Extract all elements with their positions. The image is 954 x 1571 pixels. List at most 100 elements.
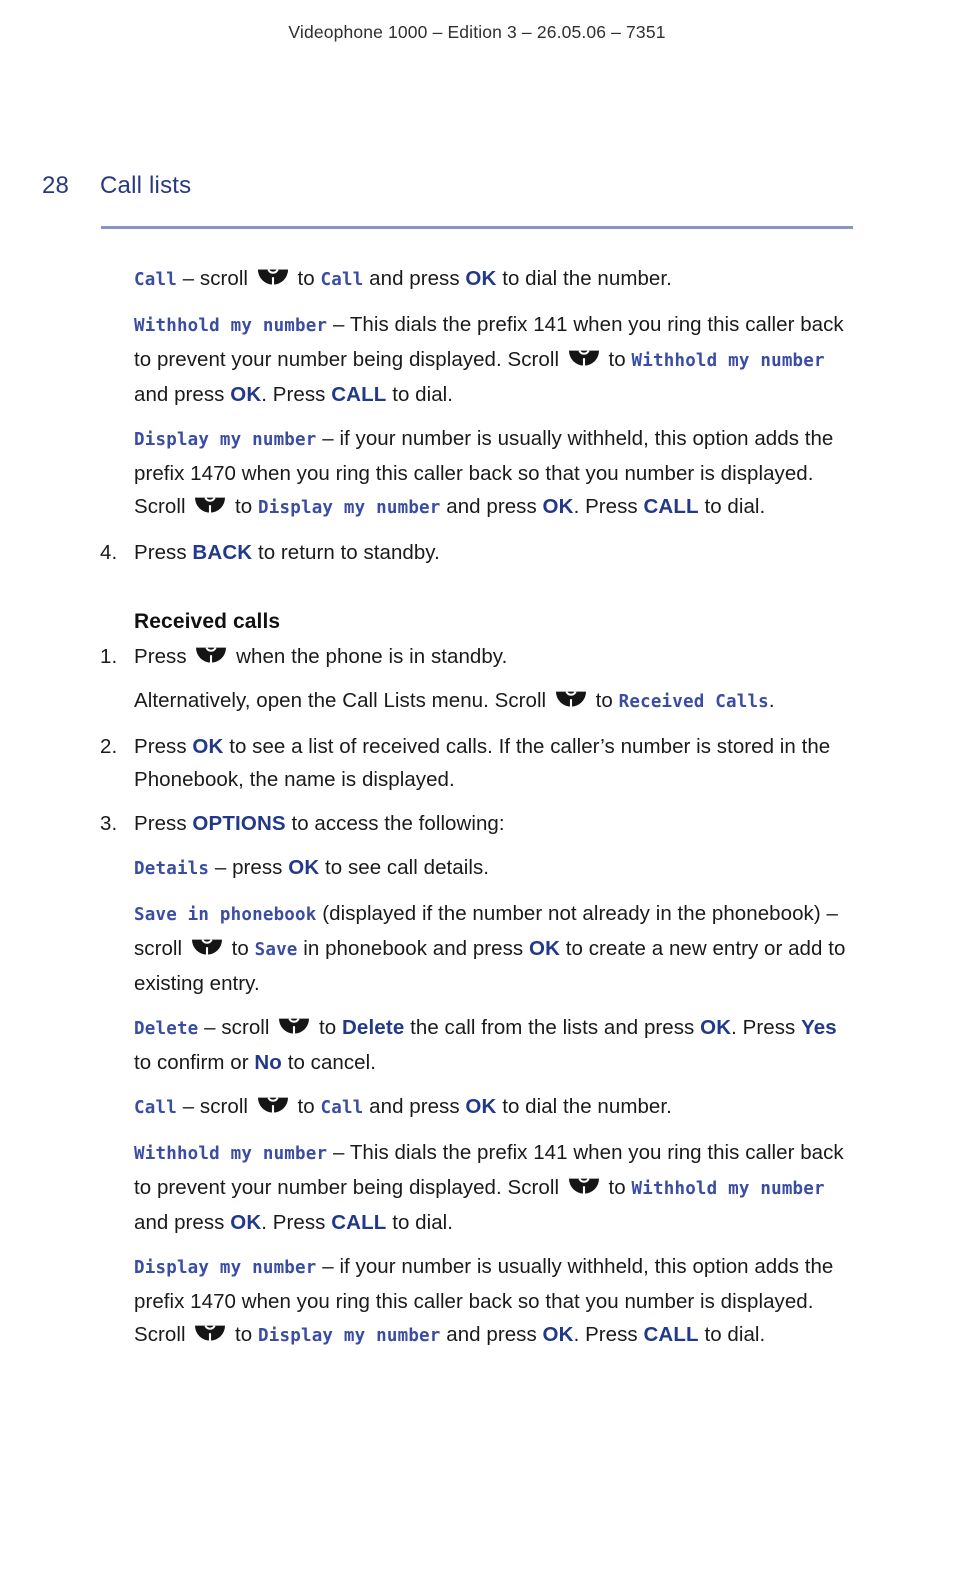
chapter-title: Call lists bbox=[100, 172, 192, 199]
text: . Press bbox=[573, 495, 644, 518]
key-ok: OK bbox=[465, 1095, 497, 1118]
list-number: 1. bbox=[100, 645, 118, 668]
navigation-scroll-key-icon bbox=[554, 690, 587, 711]
key-back: BACK bbox=[192, 541, 253, 564]
text: to dial the number. bbox=[496, 1095, 672, 1118]
display-term-withhold-my-number: Withhold my number bbox=[134, 1144, 328, 1164]
text: to bbox=[225, 937, 255, 960]
text: to see call details. bbox=[319, 856, 489, 879]
display-term-call: Call bbox=[134, 1098, 177, 1118]
page-content: Call – scroll to Call and press OK to di… bbox=[100, 262, 855, 1364]
text: to bbox=[602, 1176, 632, 1199]
key-ok: OK bbox=[192, 735, 224, 758]
display-term-call-2: Call bbox=[320, 1098, 364, 1118]
header-divider bbox=[101, 226, 853, 229]
text: – press bbox=[209, 856, 289, 879]
text: – scroll bbox=[176, 1095, 254, 1118]
key-ok: OK bbox=[542, 1323, 574, 1346]
navigation-scroll-key-icon bbox=[190, 938, 223, 959]
key-call: CALL bbox=[643, 1323, 699, 1346]
key-ok: OK bbox=[230, 1211, 262, 1234]
text: to dial the number. bbox=[496, 267, 672, 290]
subheading-received-calls: Received calls bbox=[134, 610, 281, 633]
navigation-scroll-key-icon bbox=[256, 268, 289, 289]
key-ok: OK bbox=[542, 495, 574, 518]
navigation-scroll-key-icon bbox=[195, 646, 228, 667]
key-ok: OK bbox=[700, 1016, 732, 1039]
text: Press bbox=[134, 645, 193, 668]
display-term-withhold-my-number: Withhold my number bbox=[134, 316, 328, 336]
list-number: 2. bbox=[100, 735, 118, 758]
key-ok: OK bbox=[230, 383, 262, 406]
key-call: CALL bbox=[331, 1211, 387, 1234]
paragraph-withhold-my-number: Withhold my number – This dials the pref… bbox=[134, 308, 855, 411]
display-term-received-calls: Received Calls bbox=[618, 692, 769, 712]
paragraph-call-2: Call – scroll to Call and press OK to di… bbox=[134, 1090, 855, 1125]
text: . Press bbox=[261, 1211, 332, 1234]
text: . Press bbox=[731, 1016, 802, 1039]
text: Press bbox=[134, 735, 193, 758]
text: to bbox=[589, 689, 619, 712]
display-term-withhold-my-number-2: Withhold my number bbox=[631, 1179, 825, 1199]
text: to bbox=[229, 1323, 259, 1346]
list-number: 3. bbox=[100, 812, 118, 835]
display-term-withhold-my-number-2: Withhold my number bbox=[631, 351, 825, 371]
list-item-step-1: 1. Press when the phone is in standby. bbox=[100, 640, 889, 673]
paragraph-save-in-phonebook: Save in phonebook (displayed if the numb… bbox=[134, 897, 855, 1000]
key-yes: Yes bbox=[801, 1016, 837, 1039]
display-term-display-my-number: Display my number bbox=[134, 1258, 317, 1278]
text: to dial. bbox=[698, 495, 766, 518]
list-item-step-2: 2. Press OK to see a list of received cal… bbox=[100, 730, 889, 796]
navigation-scroll-key-icon bbox=[278, 1017, 311, 1038]
text: when the phone is in standby. bbox=[230, 645, 508, 668]
key-ok: OK bbox=[288, 856, 320, 879]
key-no: No bbox=[254, 1051, 282, 1074]
text: and press bbox=[134, 1211, 231, 1234]
display-term-delete: Delete bbox=[134, 1019, 199, 1039]
text: to confirm or bbox=[134, 1051, 255, 1074]
display-term-call-2: Call bbox=[320, 270, 364, 290]
navigation-scroll-key-icon bbox=[256, 1096, 289, 1117]
text: – scroll bbox=[176, 267, 254, 290]
text: to bbox=[313, 1016, 342, 1039]
display-term-details: Details bbox=[134, 859, 210, 879]
text: to bbox=[602, 348, 632, 371]
key-ok: OK bbox=[465, 267, 497, 290]
text: and press bbox=[440, 1323, 543, 1346]
navigation-scroll-key-icon bbox=[194, 496, 227, 517]
navigation-scroll-key-icon bbox=[567, 1177, 600, 1198]
text: to dial. bbox=[386, 1211, 453, 1234]
page-title: 28 Call lists bbox=[42, 172, 191, 200]
key-ok: OK bbox=[528, 937, 561, 960]
key-call: CALL bbox=[331, 383, 387, 406]
text: to access the following: bbox=[285, 812, 505, 835]
key-options: OPTIONS bbox=[192, 812, 286, 835]
paragraph-alternative-call-lists: Alternatively, open the Call Lists menu.… bbox=[134, 684, 855, 719]
paragraph-display-my-number: Display my number – if your number is us… bbox=[134, 422, 855, 525]
text: and press bbox=[440, 495, 543, 518]
navigation-scroll-key-icon bbox=[567, 349, 600, 370]
text: and press bbox=[134, 383, 231, 406]
text: Alternatively, open the Call Lists menu.… bbox=[134, 689, 552, 712]
text: to dial. bbox=[698, 1323, 766, 1346]
text: and press bbox=[363, 267, 466, 290]
text: to bbox=[291, 1095, 321, 1118]
running-header: Videophone 1000 – Edition 3 – 26.05.06 –… bbox=[288, 22, 666, 42]
text: . Press bbox=[573, 1323, 644, 1346]
paragraph-display-my-number-2: Display my number – if your number is us… bbox=[134, 1250, 855, 1353]
paragraph-details: Details – press OK to see call details. bbox=[134, 851, 855, 886]
paragraph-delete: Delete – scroll to Delete the call from … bbox=[134, 1011, 855, 1079]
text: in phonebook and press bbox=[297, 937, 529, 960]
text: to see a list of received calls. If the … bbox=[134, 735, 831, 791]
text: . Press bbox=[261, 383, 332, 406]
text: to cancel. bbox=[281, 1051, 376, 1074]
display-term-display-my-number-2: Display my number bbox=[258, 1326, 441, 1346]
list-number: 4. bbox=[100, 541, 118, 564]
text: to return to standby. bbox=[252, 541, 440, 564]
text: – scroll bbox=[198, 1016, 276, 1039]
text: the call from the lists and press bbox=[404, 1016, 701, 1039]
text: to dial. bbox=[386, 383, 453, 406]
paragraph-withhold-my-number-2: Withhold my number – This dials the pref… bbox=[134, 1136, 855, 1239]
display-term-call: Call bbox=[134, 270, 177, 290]
